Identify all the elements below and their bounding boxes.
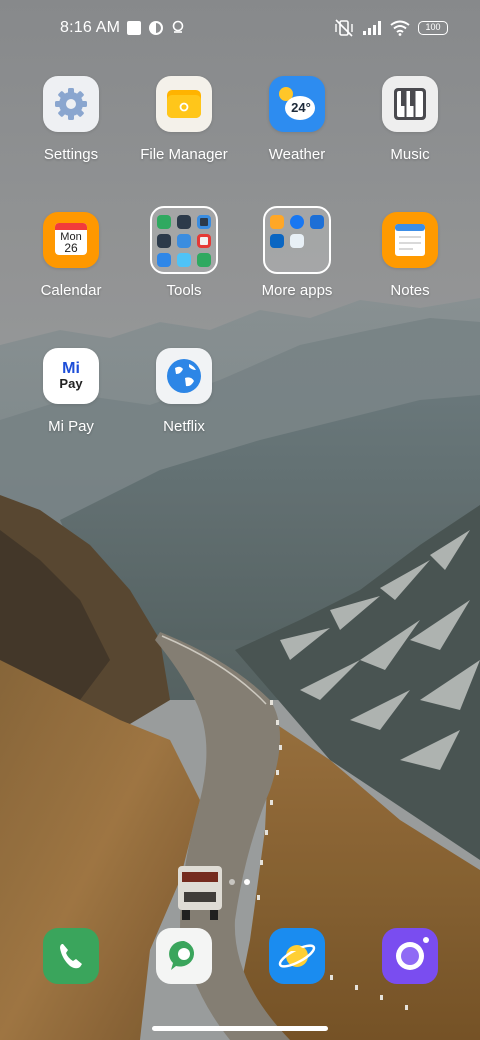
app-calendar[interactable]: Mon 26 Calendar xyxy=(15,212,127,299)
message-icon xyxy=(169,940,195,970)
linkedin-mini-icon xyxy=(270,234,284,248)
notepad-icon xyxy=(382,212,438,268)
folder-grid-icon xyxy=(150,206,218,274)
globe-icon xyxy=(156,348,212,404)
vibrate-muted-icon xyxy=(335,19,353,37)
app-netflix[interactable]: Netflix xyxy=(128,348,240,435)
page-indicator xyxy=(229,879,250,885)
dock-browser-app[interactable] xyxy=(269,928,325,984)
mipay-brand-top: Mi xyxy=(62,360,80,377)
amazon-mini-icon xyxy=(270,215,284,229)
folder-grid-icon xyxy=(263,206,331,274)
page-dot-active[interactable] xyxy=(244,879,250,885)
app-mini-icon xyxy=(290,234,304,248)
gear-icon xyxy=(43,76,99,132)
recorder-mini-icon xyxy=(197,234,211,248)
battery-icon: 100 xyxy=(418,21,448,35)
mipay-brand-bottom: Pay xyxy=(59,376,83,391)
scanner-mini-icon xyxy=(157,253,171,267)
notes-mini-icon xyxy=(177,215,191,229)
page-dot[interactable] xyxy=(229,879,235,885)
app-label: Settings xyxy=(43,146,99,163)
downloads-mini-icon xyxy=(197,253,211,267)
app-mini-icon xyxy=(310,215,324,229)
cellular-signal-icon xyxy=(363,21,381,35)
location-pin-icon xyxy=(172,20,184,33)
wifi-icon xyxy=(390,20,410,36)
app-label: Mi Pay xyxy=(48,418,94,435)
calendar-icon: Mon 26 xyxy=(43,212,99,268)
cleaner-mini-icon xyxy=(177,253,191,267)
calendar-date: 26 xyxy=(64,241,78,255)
contacts-mini-icon xyxy=(157,215,171,229)
app-label: File Manager xyxy=(140,146,228,163)
planet-icon xyxy=(278,944,316,968)
app-label: More apps xyxy=(261,282,333,299)
app-music[interactable]: Music xyxy=(354,76,466,163)
app-label: Tools xyxy=(166,282,202,299)
app-notes[interactable]: Notes xyxy=(354,212,466,299)
folder-more-apps[interactable]: More apps xyxy=(241,206,353,299)
dock-messages-app[interactable] xyxy=(156,928,212,984)
app-label: Notes xyxy=(390,282,430,299)
piano-keys-icon xyxy=(382,76,438,132)
status-time: 8:16 AM xyxy=(60,19,121,36)
app-label: Music xyxy=(390,146,430,163)
camera-icon xyxy=(396,937,429,970)
stop-square-icon xyxy=(127,21,142,35)
remote-mini-icon xyxy=(177,234,191,248)
home-gesture-bar[interactable] xyxy=(152,1026,328,1031)
weather-temperature: 24° xyxy=(291,100,311,115)
app-label: Netflix xyxy=(163,418,205,435)
dock-camera-app[interactable] xyxy=(382,928,438,984)
calculator-mini-icon xyxy=(157,234,171,248)
app-label: Weather xyxy=(268,146,326,163)
mipay-icon: Mi Pay xyxy=(43,348,99,404)
folder-icon xyxy=(156,76,212,132)
app-mi-pay[interactable]: Mi Pay Mi Pay xyxy=(15,348,127,435)
app-label: Calendar xyxy=(40,282,102,299)
app-weather[interactable]: 24° Weather xyxy=(241,76,353,163)
facebook-mini-icon xyxy=(290,215,304,229)
clock-mini-icon xyxy=(197,215,211,229)
weather-icon: 24° xyxy=(269,76,325,132)
app-settings[interactable]: Settings xyxy=(15,76,127,163)
folder-tools[interactable]: Tools xyxy=(128,206,240,299)
timer-app-icon xyxy=(149,21,164,35)
dock-phone-app[interactable] xyxy=(43,928,99,984)
app-file-manager[interactable]: File Manager xyxy=(128,76,240,163)
status-bar: 8:16 AM 100 xyxy=(0,0,480,56)
phone-icon xyxy=(60,944,82,969)
